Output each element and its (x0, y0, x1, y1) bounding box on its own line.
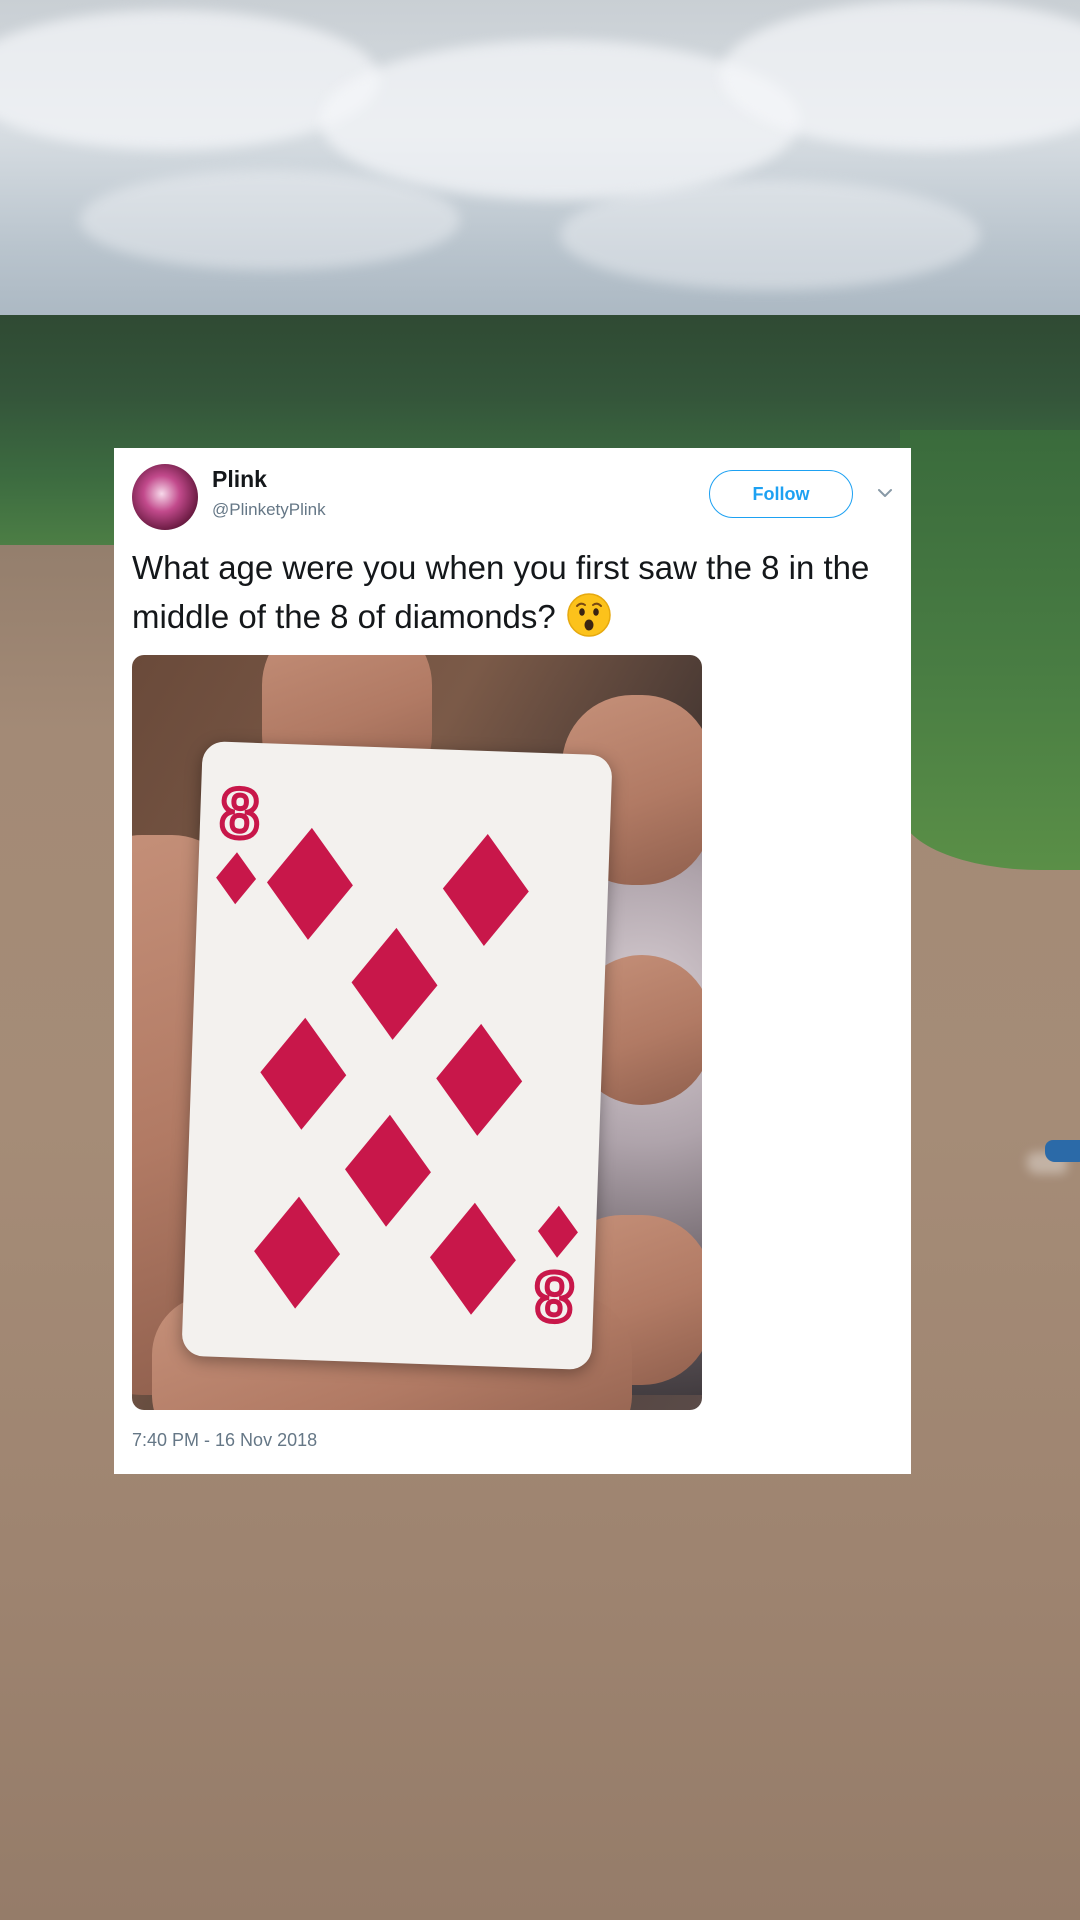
card-face: 8 8 (216, 771, 578, 1339)
follow-button[interactable]: Follow (709, 470, 853, 518)
pip-diamond (266, 827, 353, 940)
playing-card: 8 8 (181, 741, 613, 1370)
corner-diamond-top (216, 852, 257, 905)
pip-diamond (436, 1023, 523, 1136)
pip-diamond (442, 834, 529, 946)
pip-diamond (429, 1202, 516, 1315)
pip-diamond (254, 1196, 341, 1309)
hushed-face-emoji-icon (567, 593, 611, 637)
pip-diamond (351, 927, 438, 1040)
boat (1045, 1140, 1080, 1162)
tweet-text-content: What age were you when you first saw the… (132, 549, 870, 635)
riverbank-forest (900, 430, 1080, 870)
card-rank-top: 8 (219, 774, 261, 853)
pip-diamond (260, 1017, 347, 1130)
card-rank-bottom: 8 (533, 1257, 575, 1336)
avatar[interactable] (132, 464, 198, 530)
user-handle[interactable]: @PlinketyPlink (212, 500, 326, 520)
pip-diamond (344, 1114, 431, 1227)
chevron-down-icon[interactable] (876, 484, 894, 502)
display-name[interactable]: Plink (212, 466, 267, 493)
tweet-text: What age were you when you first saw the… (132, 544, 902, 641)
tweet-image[interactable]: 8 8 (132, 655, 702, 1410)
tweet-card: Plink @PlinketyPlink Follow What age wer… (114, 448, 911, 1474)
tweet-timestamp[interactable]: 7:40 PM - 16 Nov 2018 (132, 1430, 317, 1451)
sky (0, 0, 1080, 330)
corner-diamond-bottom (537, 1205, 578, 1258)
